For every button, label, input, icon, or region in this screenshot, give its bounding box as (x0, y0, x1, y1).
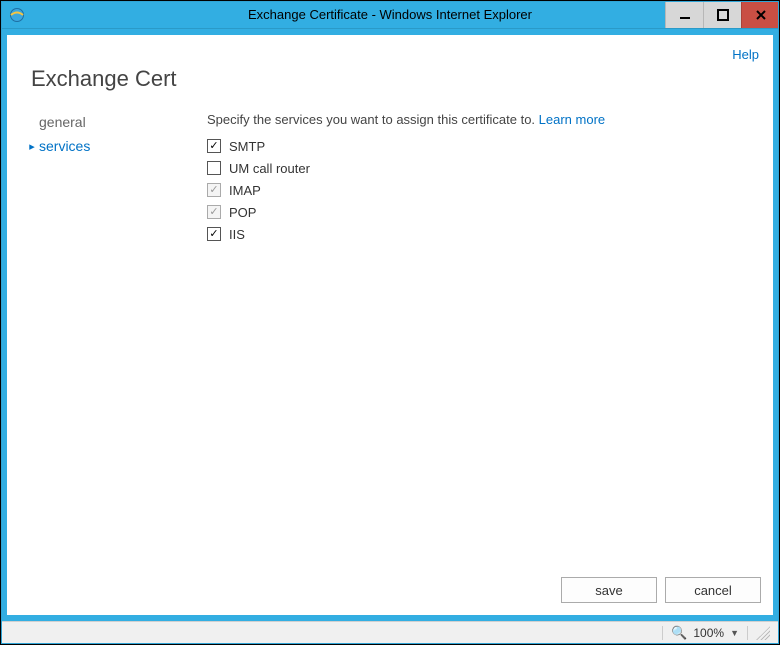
window-titlebar: Exchange Certificate - Windows Internet … (1, 1, 779, 29)
service-label: IIS (229, 227, 245, 242)
content-area: Specify the services you want to assign … (207, 110, 773, 567)
window-title: Exchange Certificate - Windows Internet … (1, 7, 779, 22)
service-row-pop[interactable]: ✓ POP (207, 201, 753, 223)
sidebar-item-general[interactable]: ▸ general (19, 110, 207, 134)
sidebar-item-label: general (39, 114, 86, 130)
checkbox-imap: ✓ (207, 183, 221, 197)
caret-icon: ▸ (27, 140, 37, 153)
instruction-prefix: Specify the services you want to assign … (207, 112, 539, 127)
zoom-icon[interactable]: 🔍 (671, 625, 687, 641)
learn-more-link[interactable]: Learn more (539, 112, 605, 127)
checkbox-um-call-router[interactable] (207, 161, 221, 175)
service-row-smtp[interactable]: ✓ SMTP (207, 135, 753, 157)
instruction-text: Specify the services you want to assign … (207, 112, 753, 127)
statusbar-separator (662, 626, 663, 640)
body: ▸ general ▸ services Specify the service… (7, 110, 773, 567)
checkbox-iis[interactable]: ✓ (207, 227, 221, 241)
zoom-dropdown-icon[interactable]: ▼ (730, 628, 739, 638)
window-maximize-button[interactable] (703, 1, 741, 28)
window-buttons (665, 1, 779, 28)
statusbar-separator (747, 626, 748, 640)
sidebar: ▸ general ▸ services (7, 110, 207, 567)
service-label: IMAP (229, 183, 261, 198)
help-link[interactable]: Help (732, 47, 759, 62)
help-row: Help (7, 35, 773, 62)
page-title: Exchange Cert (7, 62, 773, 110)
service-label: POP (229, 205, 256, 220)
resize-grip-icon[interactable] (756, 626, 770, 640)
service-row-imap[interactable]: ✓ IMAP (207, 179, 753, 201)
checkbox-smtp[interactable]: ✓ (207, 139, 221, 153)
status-bar: 🔍 100% ▼ (2, 621, 778, 643)
zoom-level: 100% (693, 626, 724, 640)
window-close-button[interactable] (741, 1, 779, 28)
service-label: UM call router (229, 161, 310, 176)
window-minimize-button[interactable] (665, 1, 703, 28)
content-frame: Help Exchange Cert ▸ general ▸ services … (1, 29, 779, 621)
sidebar-item-label: services (39, 138, 90, 154)
ie-icon (7, 5, 27, 25)
cancel-button[interactable]: cancel (665, 577, 761, 603)
service-row-um-call-router[interactable]: UM call router (207, 157, 753, 179)
checkbox-pop: ✓ (207, 205, 221, 219)
service-row-iis[interactable]: ✓ IIS (207, 223, 753, 245)
sidebar-item-services[interactable]: ▸ services (19, 134, 207, 158)
service-label: SMTP (229, 139, 265, 154)
footer: save cancel (7, 567, 773, 615)
save-button[interactable]: save (561, 577, 657, 603)
